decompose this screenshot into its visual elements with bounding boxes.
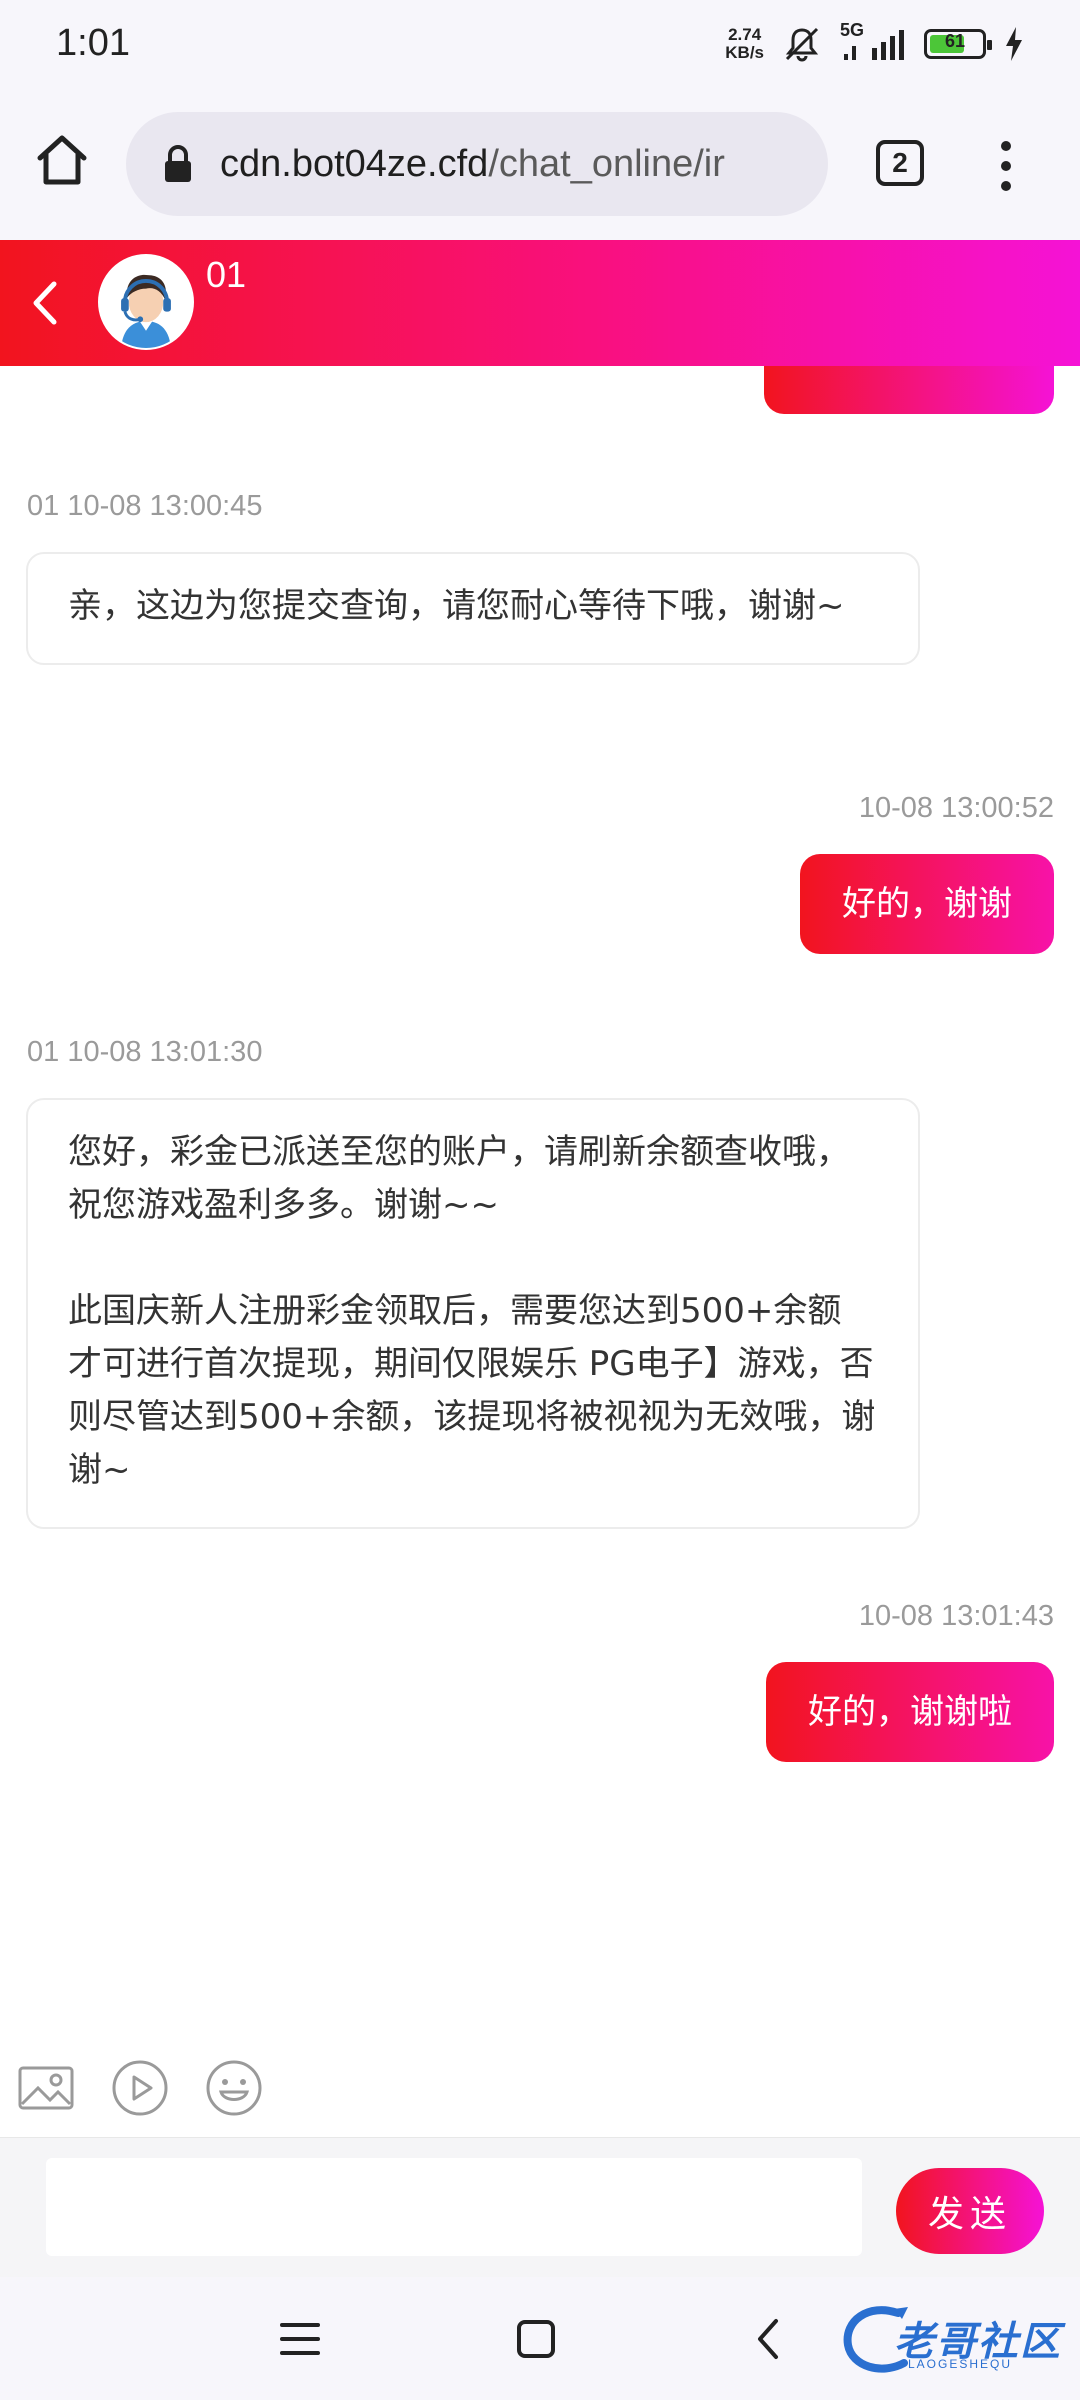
message-time: 10-08 13:01:43 [858, 1600, 1054, 1632]
url-host: cdn.bot04ze.cfd [220, 142, 489, 185]
mute-icon [785, 27, 819, 62]
network-speed: 2.74 KB/s [725, 26, 764, 62]
message-sender: 01 [27, 1036, 60, 1068]
emoji-icon[interactable] [204, 2058, 264, 2118]
agent-avatar[interactable] [98, 254, 194, 350]
video-icon[interactable] [110, 2058, 170, 2118]
network-speed-unit: KB/s [725, 43, 764, 62]
address-bar[interactable]: cdn.bot04ze.cfd/chat_online/ir [126, 112, 828, 216]
message-bubble-out: 好的，谢谢 [800, 854, 1054, 954]
status-time: 1:01 [56, 22, 130, 64]
network-speed-value: 2.74 [728, 25, 762, 44]
image-icon[interactable] [16, 2058, 76, 2118]
send-button[interactable]: 发送 [896, 2168, 1044, 2254]
charging-icon [1006, 27, 1022, 61]
battery-icon: 61 [924, 29, 992, 59]
tab-switcher-button[interactable]: 2 [876, 140, 924, 186]
browser-toolbar: cdn.bot04ze.cfd/chat_online/ir 2 [0, 90, 1080, 240]
signal-icon: 5G [840, 20, 906, 64]
message-time: 10-08 13:01:30 [67, 1036, 263, 1068]
message-text: 亲，这边为您提交查询，请您耐心等待下哦，谢谢~ [68, 586, 845, 626]
message-input[interactable] [46, 2158, 862, 2256]
message-bubble-in: 亲，这边为您提交查询，请您耐心等待下哦，谢谢~ [26, 552, 920, 665]
message-meta: 01 10-08 13:00:45 [27, 490, 262, 523]
status-icons: 2.74 KB/s 5G 61 [725, 20, 1024, 64]
watermark-subtext: LAOGESHEQU [908, 2357, 1013, 2371]
message-composer: 发送 [0, 2137, 1080, 2277]
message-time: 10-08 13:00:52 [858, 792, 1054, 824]
status-bar: 1:01 2.74 KB/s 5G 61 [0, 0, 1080, 90]
message-time: 10-08 13:00:45 [67, 490, 263, 522]
watermark-logo: 老哥社区 LAOGESHEQU [838, 2303, 1070, 2379]
composer-tools [0, 2058, 1080, 2138]
recents-icon[interactable] [274, 2313, 326, 2365]
menu-dots-icon[interactable] [988, 138, 1024, 194]
home-icon[interactable] [32, 130, 92, 190]
chat-messages: id151576287 01 10-08 13:00:45 亲，这边为您提交查询… [0, 366, 1080, 2046]
back-nav-icon[interactable] [744, 2313, 796, 2365]
message-meta: 01 10-08 13:01:30 [27, 1036, 262, 1069]
message-sender: 01 [27, 490, 60, 522]
url-path: /chat_online/ir [488, 142, 725, 185]
message-text: 您好，彩金已派送至您的账户，请刷新余额查收哦，祝您游戏盈利多多。谢谢~~ 此国庆… [68, 1132, 876, 1490]
chat-header: 01 [0, 240, 1080, 366]
battery-level: 61 [944, 31, 966, 51]
message-bubble-out: 好的，谢谢啦 [766, 1662, 1054, 1762]
message-bubble-in: 您好，彩金已派送至您的账户，请刷新余额查收哦，祝您游戏盈利多多。谢谢~~ 此国庆… [26, 1098, 920, 1529]
system-nav-bar: 老哥社区 LAOGESHEQU [0, 2277, 1080, 2400]
back-icon[interactable] [18, 270, 78, 336]
agent-name: 01 [206, 254, 247, 295]
home-square-icon[interactable] [510, 2313, 562, 2365]
lock-icon[interactable] [162, 144, 194, 184]
message-bubble-out-clipped: id151576287 [764, 366, 1054, 414]
url-text[interactable]: cdn.bot04ze.cfd/chat_online/ir [220, 143, 725, 186]
